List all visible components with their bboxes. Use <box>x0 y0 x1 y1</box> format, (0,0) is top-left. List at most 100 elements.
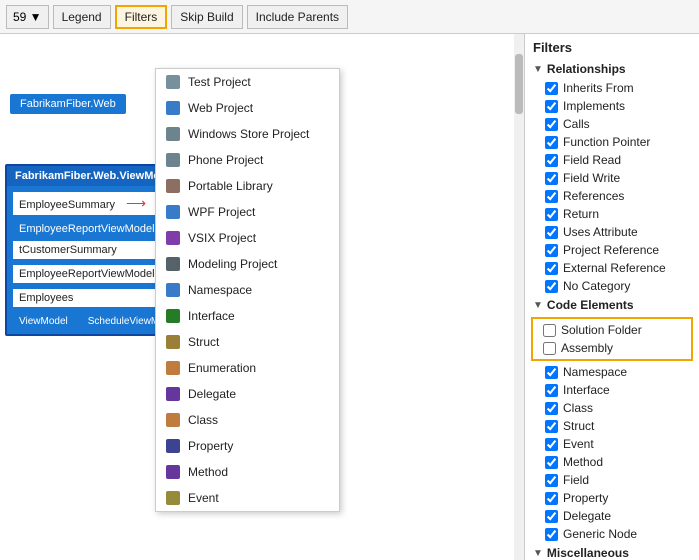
menu-item-label-test-project: Test Project <box>188 75 251 89</box>
filter-item-inherits-from: Inherits From <box>525 79 699 97</box>
label-project-reference[interactable]: Project Reference <box>563 243 659 257</box>
menu-item-test-project[interactable]: Test Project <box>156 69 339 95</box>
label-function-pointer[interactable]: Function Pointer <box>563 135 650 149</box>
skip-build-button[interactable]: Skip Build <box>171 5 242 29</box>
checkbox-ce-delegate[interactable] <box>545 510 558 523</box>
menu-item-interface[interactable]: Interface <box>156 303 339 329</box>
checkbox-field-read[interactable] <box>545 154 558 167</box>
label-ce-struct[interactable]: Struct <box>563 419 594 433</box>
checkbox-ce-namespace[interactable] <box>545 366 558 379</box>
filter-item-ce-field: Field <box>525 471 699 489</box>
label-uses-attribute[interactable]: Uses Attribute <box>563 225 638 239</box>
filter-item-external-reference: External Reference <box>525 259 699 277</box>
filter-item-ce-event: Event <box>525 435 699 453</box>
menu-item-class[interactable]: Class <box>156 407 339 433</box>
checkbox-ce-method[interactable] <box>545 456 558 469</box>
label-ce-namespace[interactable]: Namespace <box>563 365 627 379</box>
checkbox-references[interactable] <box>545 190 558 203</box>
include-parents-button[interactable]: Include Parents <box>247 5 348 29</box>
label-assembly[interactable]: Assembly <box>561 341 613 355</box>
label-return[interactable]: Return <box>563 207 599 221</box>
menu-item-modeling-project[interactable]: Modeling Project <box>156 251 339 277</box>
filters-title: Filters <box>525 34 699 59</box>
label-no-category[interactable]: No Category <box>563 279 630 293</box>
menu-item-enumeration[interactable]: Enumeration <box>156 355 339 381</box>
relationships-items: Inherits From Implements Calls Function Poi… <box>525 79 699 295</box>
label-ce-property[interactable]: Property <box>563 491 608 505</box>
menu-item-event[interactable]: Event <box>156 485 339 511</box>
menu-item-windows-store[interactable]: Windows Store Project <box>156 121 339 147</box>
delegate-icon <box>164 385 182 403</box>
menu-item-struct[interactable]: Struct <box>156 329 339 355</box>
checkbox-function-pointer[interactable] <box>545 136 558 149</box>
scrollbar-thumb[interactable] <box>515 54 523 114</box>
miscellaneous-header[interactable]: ▼ Miscellaneous <box>525 543 699 560</box>
checkbox-solution-folder[interactable] <box>543 324 556 337</box>
label-references[interactable]: References <box>563 189 624 203</box>
label-field-write[interactable]: Field Write <box>563 171 620 185</box>
checkbox-ce-field[interactable] <box>545 474 558 487</box>
menu-item-phone-project[interactable]: Phone Project <box>156 147 339 173</box>
menu-item-wpf-project[interactable]: WPF Project <box>156 199 339 225</box>
checkbox-ce-interface[interactable] <box>545 384 558 397</box>
checkbox-ce-generic-node[interactable] <box>545 528 558 541</box>
diagram-scrollbar[interactable] <box>514 34 524 560</box>
filters-button[interactable]: Filters <box>115 5 168 29</box>
struct-icon <box>164 333 182 351</box>
solution-assembly-group: Solution Folder Assembly <box>531 317 693 361</box>
checkbox-ce-struct[interactable] <box>545 420 558 433</box>
label-ce-generic-node[interactable]: Generic Node <box>563 527 637 541</box>
menu-item-method[interactable]: Method <box>156 459 339 485</box>
context-menu-scroll[interactable]: Test Project Web ProjectWindows Store Pro… <box>156 69 339 511</box>
legend-button[interactable]: Legend <box>53 5 111 29</box>
checkbox-external-reference[interactable] <box>545 262 558 275</box>
checkbox-calls[interactable] <box>545 118 558 131</box>
checkbox-ce-property[interactable] <box>545 492 558 505</box>
label-calls[interactable]: Calls <box>563 117 590 131</box>
label-ce-method[interactable]: Method <box>563 455 603 469</box>
menu-item-portable-library[interactable]: Portable Library <box>156 173 339 199</box>
checkbox-ce-class[interactable] <box>545 402 558 415</box>
menu-item-label-class: Class <box>188 413 218 427</box>
label-ce-interface[interactable]: Interface <box>563 383 610 397</box>
relationships-header[interactable]: ▼ Relationships <box>525 59 699 79</box>
menu-item-delegate[interactable]: Delegate <box>156 381 339 407</box>
checkbox-assembly[interactable] <box>543 342 556 355</box>
method-icon <box>164 463 182 481</box>
menu-item-label-portable-library: Portable Library <box>188 179 273 193</box>
label-ce-event[interactable]: Event <box>563 437 594 451</box>
class-icon <box>164 411 182 429</box>
code-elements-label: Code Elements <box>547 298 634 312</box>
label-inherits-from[interactable]: Inherits From <box>563 81 634 95</box>
checkbox-project-reference[interactable] <box>545 244 558 257</box>
checkbox-inherits-from[interactable] <box>545 82 558 95</box>
checkbox-return[interactable] <box>545 208 558 221</box>
menu-item-vsix-project[interactable]: VSIX Project <box>156 225 339 251</box>
filter-item-project-reference: Project Reference <box>525 241 699 259</box>
label-field-read[interactable]: Field Read <box>563 153 621 167</box>
menu-item-label-delegate: Delegate <box>188 387 236 401</box>
zoom-level[interactable]: 59 ▼ <box>6 5 49 29</box>
checkbox-uses-attribute[interactable] <box>545 226 558 239</box>
label-implements[interactable]: Implements <box>563 99 625 113</box>
filter-item-assembly: Assembly <box>533 339 691 357</box>
checkbox-ce-event[interactable] <box>545 438 558 451</box>
label-ce-delegate[interactable]: Delegate <box>563 509 611 523</box>
checkbox-implements[interactable] <box>545 100 558 113</box>
checkbox-no-category[interactable] <box>545 280 558 293</box>
checkbox-field-write[interactable] <box>545 172 558 185</box>
node-web[interactable]: FabrikamFiber.Web <box>10 94 126 114</box>
menu-item-namespace[interactable]: Namespace <box>156 277 339 303</box>
filter-item-ce-class: Class <box>525 399 699 417</box>
windows-store-icon <box>164 125 182 143</box>
menu-item-web-project[interactable]: Web Project <box>156 95 339 121</box>
miscellaneous-label: Miscellaneous <box>547 546 629 560</box>
code-elements-header[interactable]: ▼ Code Elements <box>525 295 699 315</box>
label-solution-folder[interactable]: Solution Folder <box>561 323 642 337</box>
menu-item-property[interactable]: Property <box>156 433 339 459</box>
filter-item-solution-folder: Solution Folder <box>533 321 691 339</box>
node-viewmodel[interactable]: ViewModel <box>13 313 74 330</box>
label-external-reference[interactable]: External Reference <box>563 261 666 275</box>
label-ce-class[interactable]: Class <box>563 401 593 415</box>
label-ce-field[interactable]: Field <box>563 473 589 487</box>
